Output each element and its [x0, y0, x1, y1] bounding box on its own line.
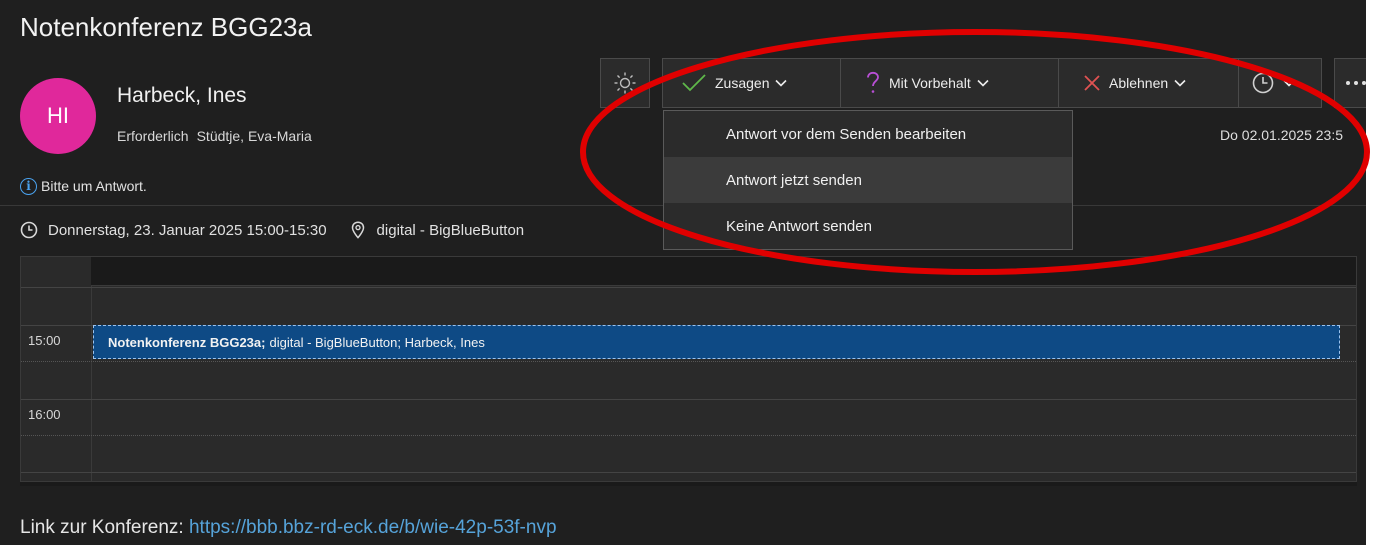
chevron-down-icon — [1174, 79, 1186, 87]
chevron-down-icon — [775, 79, 788, 87]
sent-date: Do 02.01.2025 23:5 — [1220, 127, 1343, 143]
calendar-gridline — [21, 472, 1356, 473]
more-icon — [1346, 81, 1366, 85]
info-message: Bitte um Antwort. — [41, 178, 147, 194]
theme-toggle-button[interactable] — [600, 58, 650, 108]
required-label: Erforderlich — [117, 128, 189, 144]
tentative-button[interactable]: Mit Vorbehalt — [841, 59, 1059, 107]
clock-icon — [20, 221, 38, 239]
chevron-down-icon — [1283, 79, 1295, 87]
menu-item-edit-response[interactable]: Antwort vor dem Senden bearbeiten — [664, 111, 1072, 157]
accept-label: Zusagen — [715, 75, 770, 91]
accept-dropdown-menu: Antwort vor dem Senden bearbeiten Antwor… — [663, 110, 1073, 250]
meeting-title: Notenkonferenz BGG23a — [20, 12, 312, 42]
response-toolbar: Zusagen Mit Vorbehalt Ablehnen — [662, 58, 1322, 108]
menu-item-no-response[interactable]: Keine Antwort senden — [664, 203, 1072, 249]
organizer-name[interactable]: Harbeck, Ines — [117, 84, 247, 108]
tentative-label: Mit Vorbehalt — [889, 75, 971, 91]
calendar-header — [91, 257, 1356, 286]
calendar-hour-label: 15:00 — [28, 333, 61, 348]
sun-icon — [614, 72, 636, 94]
calendar-event-title: Notenkonferenz BGG23a; — [108, 334, 266, 350]
meeting-time-location: Donnerstag, 23. Januar 2025 15:00-15:30 … — [20, 218, 524, 242]
avatar[interactable]: HI — [20, 78, 96, 154]
clock-icon — [1252, 72, 1274, 94]
calendar-gridline — [21, 435, 1356, 436]
propose-time-button[interactable] — [1239, 59, 1321, 107]
conference-link-row: Link zur Konferenz: https://bbb.bbz-rd-e… — [20, 517, 557, 539]
info-bar: i Bitte um Antwort. — [20, 175, 147, 197]
calendar-time-column — [21, 257, 92, 481]
meeting-location[interactable]: digital - BigBlueButton — [377, 222, 525, 239]
question-mark-icon — [867, 71, 879, 93]
calendar-gridline — [21, 361, 1356, 362]
calendar-gridline — [21, 399, 1356, 400]
window-edge — [1366, 0, 1375, 545]
conference-link-label: Link zur Konferenz: — [20, 517, 184, 538]
location-pin-icon — [351, 221, 364, 239]
required-attendee[interactable]: Stüdtje, Eva-Maria — [197, 128, 312, 144]
decline-button[interactable]: Ablehnen — [1059, 59, 1239, 107]
conference-link[interactable]: https://bbb.bbz-rd-eck.de/b/wie-42p-53f-… — [189, 517, 557, 538]
calendar-footer — [20, 482, 1357, 486]
calendar-event[interactable]: Notenkonferenz BGG23a; digital - BigBlue… — [93, 325, 1340, 359]
avatar-initials: HI — [47, 103, 69, 128]
calendar-hour-label: 16:00 — [28, 407, 61, 422]
calendar-gridline — [21, 287, 1356, 288]
decline-label: Ablehnen — [1109, 75, 1169, 91]
info-icon: i — [20, 177, 37, 195]
accept-button[interactable]: Zusagen — [663, 59, 841, 107]
checkmark-icon — [682, 74, 706, 92]
required-attendees: Erforderlich Stüdtje, Eva-Maria — [117, 128, 312, 144]
close-icon — [1084, 75, 1100, 91]
calendar-preview: 15:00 16:00 Notenkonferenz BGG23a; digit… — [20, 256, 1357, 482]
chevron-down-icon — [977, 79, 989, 87]
meeting-window: Notenkonferenz BGG23a HI Harbeck, Ines E… — [0, 0, 1375, 545]
meeting-datetime: Donnerstag, 23. Januar 2025 15:00-15:30 — [48, 221, 327, 239]
menu-item-send-now[interactable]: Antwort jetzt senden — [664, 157, 1072, 203]
calendar-event-details: digital - BigBlueButton; Harbeck, Ines — [269, 334, 485, 350]
